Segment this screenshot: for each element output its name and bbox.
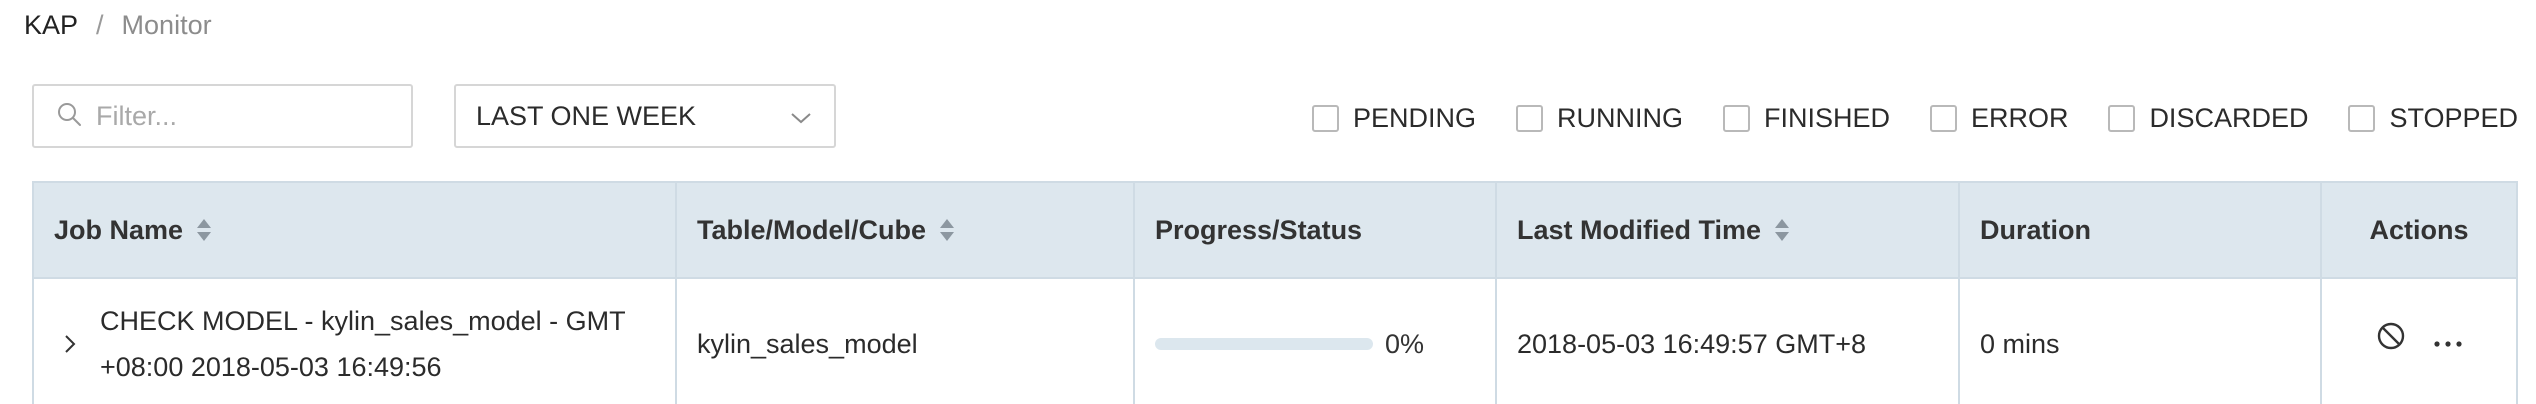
status-filter-label: RUNNING	[1557, 103, 1683, 133]
chevron-down-icon	[790, 101, 812, 132]
checkbox[interactable]	[1516, 105, 1543, 132]
time-range-value: LAST ONE WEEK	[476, 100, 697, 131]
breadcrumb-root[interactable]: KAP	[24, 10, 78, 41]
column-header-last-modified[interactable]: Last Modified Time	[1497, 183, 1960, 277]
table-row[interactable]: CHECK MODEL - kylin_sales_model - GMT +0…	[34, 279, 2516, 404]
status-filter-label: PENDING	[1353, 103, 1477, 133]
filter-box[interactable]	[32, 84, 413, 148]
checkbox[interactable]	[1929, 105, 1957, 132]
checkbox[interactable]	[2108, 105, 2136, 132]
checkbox[interactable]	[2348, 105, 2376, 132]
column-header-actions: Actions	[2322, 183, 2516, 277]
column-label: Progress/Status	[1155, 214, 1363, 245]
status-filter-finished[interactable]: FINISHED	[1722, 103, 1890, 134]
status-filter-group: PENDING RUNNING FINISHED ERROR DISCARDED…	[1312, 103, 2518, 134]
status-filter-label: STOPPED	[2389, 103, 2518, 133]
breadcrumb: KAP / Monitor	[24, 10, 212, 41]
actions-cell	[2322, 279, 2516, 404]
sort-icon[interactable]	[195, 217, 213, 243]
sort-icon[interactable]	[938, 217, 956, 243]
status-filter-discarded[interactable]: DISCARDED	[2108, 103, 2308, 134]
chevron-right-icon[interactable]	[50, 334, 90, 354]
column-header-target[interactable]: Table/Model/Cube	[677, 183, 1135, 277]
progress-label: 0%	[1385, 328, 1425, 359]
breadcrumb-current: Monitor	[121, 10, 212, 40]
checkbox[interactable]	[1312, 105, 1339, 132]
time-range-select[interactable]: LAST ONE WEEK	[454, 84, 836, 148]
search-icon	[56, 101, 82, 132]
job-name: CHECK MODEL - kylin_sales_model - GMT +0…	[100, 306, 626, 382]
job-name-cell: CHECK MODEL - kylin_sales_model - GMT +0…	[34, 279, 677, 404]
jobs-table: Job Name Table/Model/Cube Progress/Statu…	[32, 181, 2518, 404]
ban-icon[interactable]	[2375, 320, 2407, 359]
status-filter-error[interactable]: ERROR	[1929, 103, 2069, 134]
table-header: Job Name Table/Model/Cube Progress/Statu…	[34, 183, 2516, 279]
status-filter-running[interactable]: RUNNING	[1516, 103, 1683, 134]
column-label: Last Modified Time	[1517, 214, 1762, 245]
status-filter-pending[interactable]: PENDING	[1312, 103, 1476, 134]
target-name: kylin_sales_model	[697, 328, 918, 359]
column-header-job-name[interactable]: Job Name	[34, 183, 677, 277]
status-filter-label: FINISHED	[1763, 103, 1890, 133]
column-header-progress: Progress/Status	[1135, 183, 1497, 277]
column-label: Duration	[1980, 214, 2091, 245]
column-header-duration: Duration	[1960, 183, 2322, 277]
column-label: Actions	[2369, 214, 2469, 245]
checkbox[interactable]	[1722, 105, 1750, 132]
status-filter-stopped[interactable]: STOPPED	[2348, 103, 2518, 134]
last-modified-cell: 2018-05-03 16:49:57 GMT+8	[1497, 279, 1960, 404]
duration-cell: 0 mins	[1960, 279, 2322, 404]
filter-input[interactable]	[96, 100, 396, 132]
status-filter-label: DISCARDED	[2149, 103, 2309, 133]
duration-value: 0 mins	[1980, 328, 2060, 359]
progress-bar	[1155, 338, 1373, 350]
column-label: Table/Model/Cube	[697, 214, 927, 245]
status-filter-label: ERROR	[1970, 103, 2069, 133]
progress-cell: 0%	[1135, 279, 1497, 404]
more-icon[interactable]	[2433, 324, 2463, 355]
target-cell: kylin_sales_model	[677, 279, 1135, 404]
last-modified-value: 2018-05-03 16:49:57 GMT+8	[1517, 328, 1866, 359]
breadcrumb-separator: /	[96, 10, 104, 40]
sort-icon[interactable]	[1773, 217, 1791, 243]
column-label: Job Name	[54, 214, 184, 245]
